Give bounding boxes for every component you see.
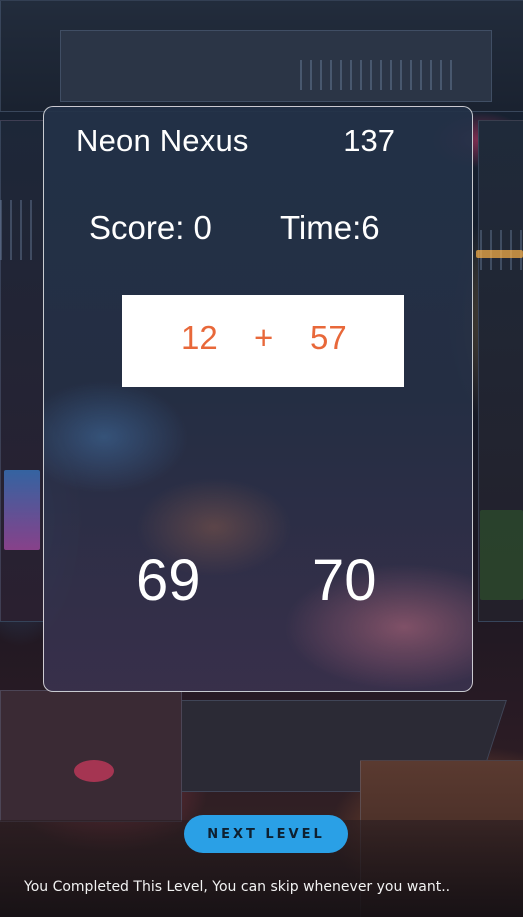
- equation-box: 12 + 57: [122, 295, 404, 387]
- game-screen: Neon Nexus 137 Score: 0 Time:6 12 + 57 6…: [0, 0, 523, 917]
- answer-option-2[interactable]: 70: [312, 547, 377, 614]
- background-vent-stripes: [300, 60, 460, 90]
- next-level-button[interactable]: NEXT LEVEL: [184, 815, 348, 853]
- background-window-stripes: [0, 200, 40, 260]
- score-display: Score: 0: [89, 209, 212, 246]
- completion-message: You Completed This Level, You can skip w…: [24, 879, 451, 895]
- equation-left-operand: 12: [181, 319, 218, 356]
- background-neon-disc: [74, 760, 114, 782]
- game-card: Neon Nexus 137 Score: 0 Time:6 12 + 57 6…: [43, 106, 473, 692]
- level-number: 137: [343, 123, 395, 158]
- background-neon-sign: [4, 470, 40, 550]
- background-neon-strip: [476, 250, 523, 258]
- background-plants: [480, 510, 523, 600]
- game-title: Neon Nexus: [76, 123, 249, 158]
- equation-operator: +: [254, 319, 274, 356]
- background-building-lower-left: [0, 690, 182, 822]
- time-display: Time:6: [280, 209, 380, 246]
- equation-right-operand: 57: [310, 319, 347, 356]
- answer-option-1[interactable]: 69: [136, 547, 201, 614]
